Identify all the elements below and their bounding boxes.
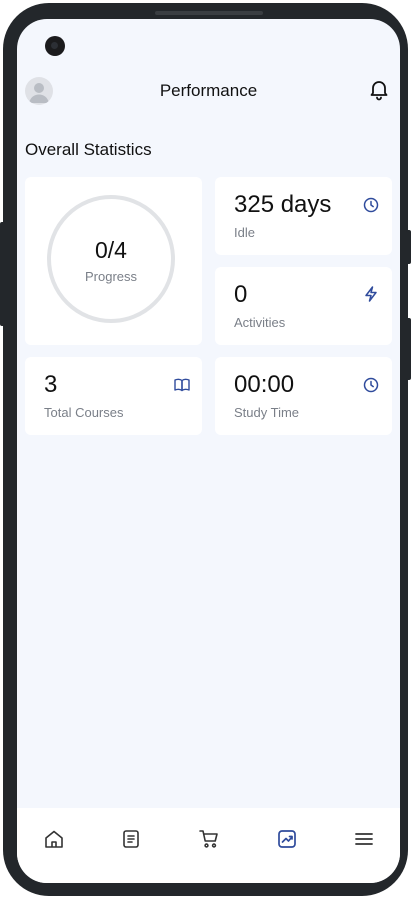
section-title: Overall Statistics xyxy=(25,140,152,159)
side-button xyxy=(406,318,411,380)
idle-card: 325 days Idle xyxy=(215,177,392,255)
nav-document-icon[interactable] xyxy=(120,828,142,850)
clock-icon xyxy=(362,196,380,214)
clock-icon xyxy=(362,376,380,394)
courses-label: Total Courses xyxy=(44,405,124,420)
side-button xyxy=(406,230,411,264)
lightning-icon xyxy=(362,285,380,303)
study-time-label: Study Time xyxy=(234,405,300,420)
courses-card: 3 Total Courses xyxy=(25,357,202,435)
progress-label: Progress xyxy=(84,269,138,284)
study-time-card: 00:00 Study Time xyxy=(215,357,392,435)
idle-value: 325 days xyxy=(234,191,332,218)
progress-value: 0/4 xyxy=(95,237,127,263)
nav-home-icon[interactable] xyxy=(43,828,65,850)
activities-label: Activities xyxy=(234,315,286,330)
courses-value: 3 xyxy=(44,371,58,398)
nav-chart-icon[interactable] xyxy=(276,828,298,850)
page-title: Performance xyxy=(159,81,258,100)
progress-card: 0/4 Progress xyxy=(25,177,202,345)
nav-cart-icon[interactable] xyxy=(198,828,220,850)
activities-card: 0 Activities xyxy=(215,267,392,345)
speaker-slot xyxy=(155,11,263,15)
screen: Performance Overall Statistics 0/4 Progr… xyxy=(17,19,400,883)
phone-frame: Performance Overall Statistics 0/4 Progr… xyxy=(3,3,408,896)
bottom-nav xyxy=(17,808,400,883)
idle-label: Idle xyxy=(234,225,255,240)
notification-bell-icon[interactable] xyxy=(367,77,391,101)
study-time-value: 00:00 xyxy=(234,371,295,398)
book-icon xyxy=(173,376,191,394)
nav-menu-icon[interactable] xyxy=(353,828,375,850)
activities-value: 0 xyxy=(234,281,248,308)
side-button xyxy=(0,222,5,326)
camera-icon xyxy=(45,36,65,56)
